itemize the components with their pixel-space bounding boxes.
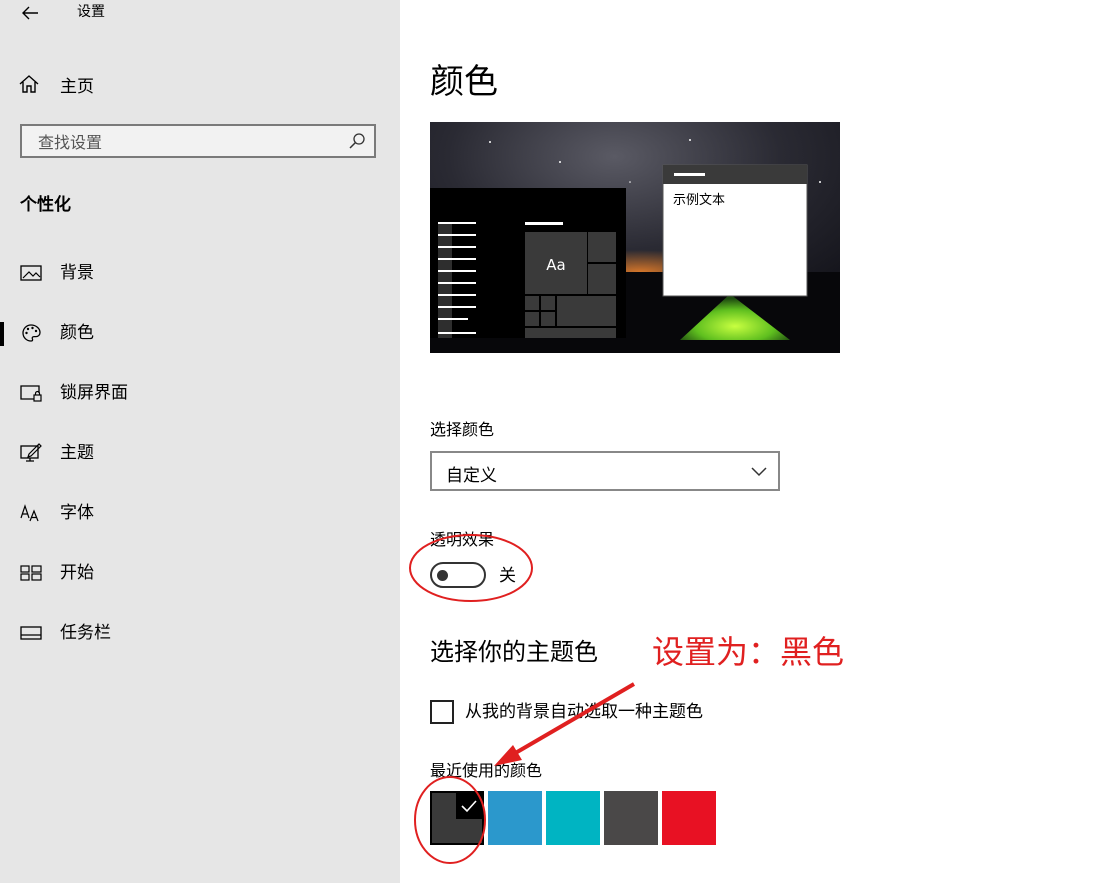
annotation-circle-transparency	[409, 534, 533, 602]
annotation-circle-swatch	[414, 776, 486, 864]
annotation-arrowhead	[494, 745, 522, 766]
annotation-overlay	[409, 534, 636, 864]
annotation-text: 设置为：黑色	[652, 633, 845, 671]
annotation-arrow	[510, 682, 636, 757]
